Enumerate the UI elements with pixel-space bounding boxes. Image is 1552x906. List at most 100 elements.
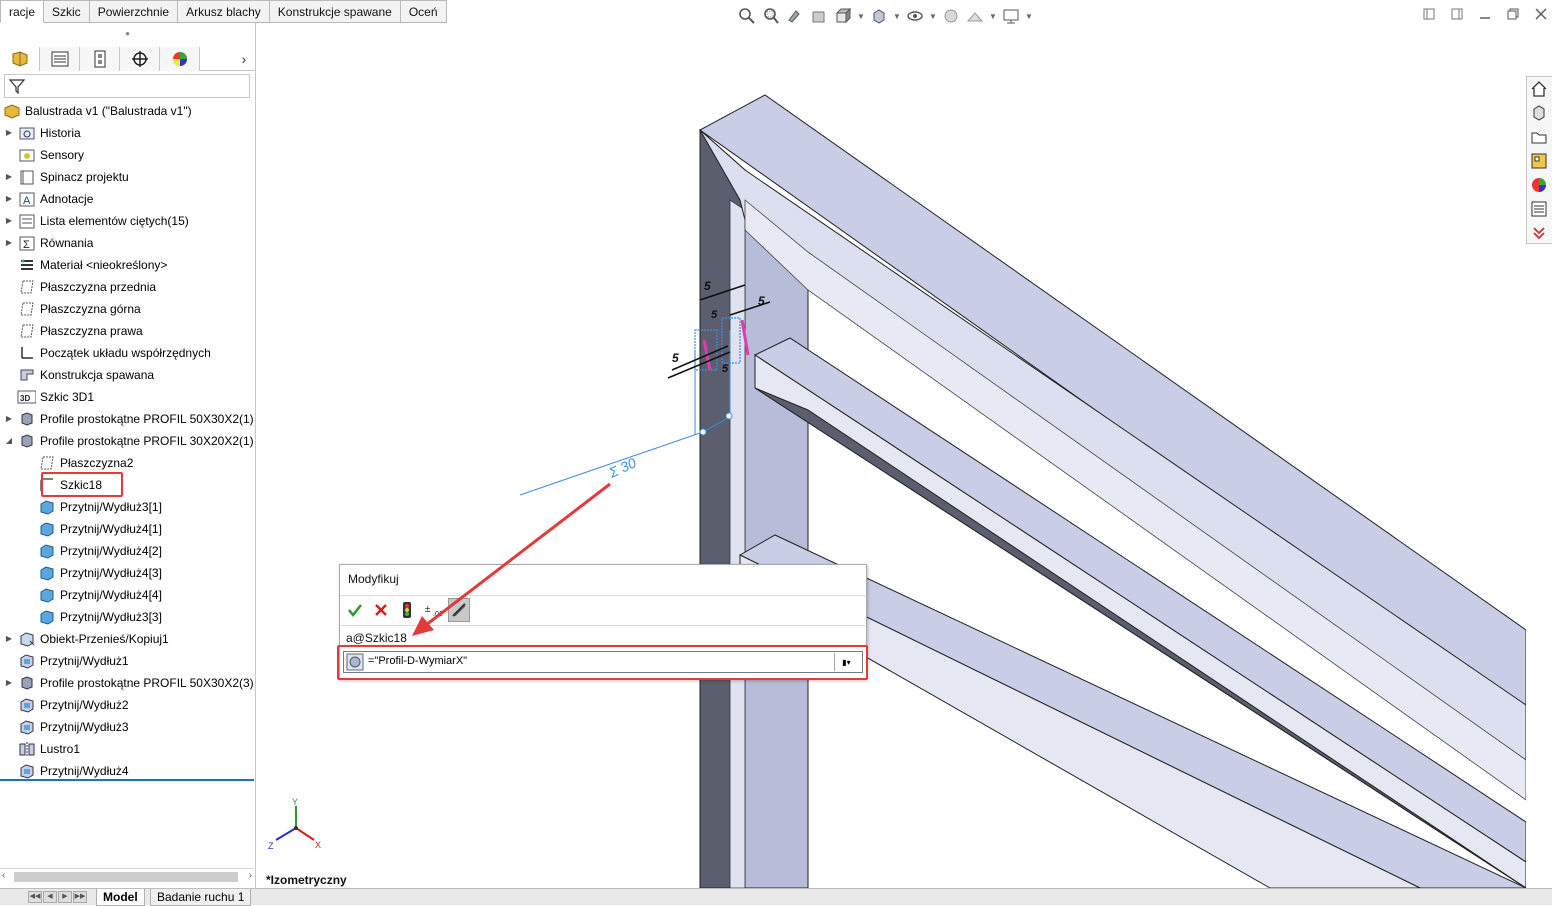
custom-properties-icon[interactable] [1527, 197, 1551, 221]
restore-pane-right-icon[interactable] [1446, 4, 1468, 24]
tree-item[interactable]: Przytnij/Wydłuż3[3] [24, 606, 162, 628]
tree-item[interactable]: Przytnij/Wydłuż4[2] [24, 540, 162, 562]
reference-triad[interactable]: Y X Z [268, 797, 321, 851]
command-tab[interactable]: Powierzchnie [89, 0, 179, 23]
tab-model[interactable]: Model [96, 889, 145, 906]
tree-item-label: Spinacz projektu [40, 170, 129, 184]
tree-horizontal-scrollbar[interactable]: ‹ › [0, 868, 254, 884]
displaymanager-tab[interactable] [160, 47, 200, 71]
tab-motion-study[interactable]: Badanie ruchu 1 [150, 889, 252, 906]
tree-item[interactable]: ▶ Obiekt-Przenieś/Kopiuj1 [4, 628, 169, 650]
last-tab-icon[interactable]: ▶▶ [73, 891, 87, 903]
graphics-area[interactable]: Σ 30 5 5 5 5 5 Y X Z [256, 23, 1526, 888]
command-tab[interactable]: racje [0, 0, 45, 23]
tree-item[interactable]: Początek układu współrzędnych [4, 342, 211, 364]
command-tab[interactable]: Konstrukcje spawane [269, 0, 401, 23]
tree-item[interactable]: ◢ Profile prostokątne PROFIL 30X20X2(1) [4, 430, 254, 452]
sketch-3d-icon: 3D [17, 388, 36, 406]
restore-pane-left-icon[interactable] [1418, 4, 1440, 24]
tree-item[interactable]: Przytnij/Wydłuż4[1] [24, 518, 162, 540]
tree-root-part[interactable]: Balustrada v1 ("Balustrada v1") [2, 100, 192, 122]
tree-item[interactable]: Sensory [4, 144, 84, 166]
prev-tab-icon[interactable]: ◀ [43, 891, 57, 903]
bottom-tabs-bar: ◀◀ ◀ ▶ ▶▶ Model Badanie ruchu 1 [0, 888, 1552, 906]
tree-item[interactable]: ▶ A Adnotacje [4, 188, 93, 210]
tolerance-icon[interactable]: ± .01 [422, 598, 444, 622]
mirror-icon [17, 740, 36, 758]
panel-grip-icon[interactable]: ● [0, 23, 255, 45]
view-palette-icon[interactable] [1527, 149, 1551, 173]
configurationmanager-tab[interactable] [80, 47, 120, 71]
value-field-highlight-box [337, 645, 868, 680]
first-tab-icon[interactable]: ◀◀ [28, 891, 42, 903]
expand-toggle-icon[interactable]: ▶ [4, 408, 14, 430]
tree-item[interactable]: Płaszczyzna górna [4, 298, 141, 320]
dimxpert-tab[interactable] [120, 47, 160, 71]
expand-toggle-icon[interactable]: ▶ [4, 188, 14, 210]
tree-item[interactable]: Przytnij/Wydłuż1 [4, 650, 129, 672]
tree-item-label: Sensory [40, 148, 85, 162]
equations-icon: Σ [17, 234, 36, 252]
mark-dimension-icon[interactable] [448, 598, 470, 622]
panel-tabs: › [0, 47, 256, 71]
minimize-icon[interactable] [1474, 4, 1496, 24]
ok-check-icon[interactable] [344, 598, 366, 622]
expand-toggle-icon[interactable]: ▶ [4, 122, 14, 144]
scroll-left-icon[interactable]: ‹ [2, 870, 5, 881]
tree-item[interactable]: ▶ Lista elementów ciętych(15) [4, 210, 189, 232]
tree-item[interactable]: Przytnij/Wydłuż4[4] [24, 584, 162, 606]
rebuild-icon[interactable] [396, 598, 418, 622]
featuremanager-icon [12, 51, 27, 67]
tree-item[interactable]: ▶ Σ Równania [4, 232, 93, 254]
svg-text:±: ± [425, 604, 431, 615]
more-tabs-chevron-icon[interactable]: › [232, 47, 256, 70]
3d-model-view[interactable]: Σ 30 5 5 5 5 5 Y X Z [256, 23, 1526, 888]
expand-toggle-icon[interactable]: ▶ [4, 672, 14, 694]
home-icon[interactable] [1527, 77, 1551, 101]
scroll-right-icon[interactable]: › [249, 870, 252, 881]
file-explorer-icon[interactable] [1527, 125, 1551, 149]
restore-icon[interactable] [1502, 4, 1524, 24]
tree-item-label: Materiał <nieokreślony> [40, 258, 168, 272]
tree-item[interactable]: ▶ Historia [4, 122, 81, 144]
command-tab[interactable]: Arkusz blachy [178, 0, 270, 23]
tree-item[interactable]: ▶ Spinacz projektu [4, 166, 129, 188]
tree-item[interactable]: Przytnij/Wydłuż4[3] [24, 562, 162, 584]
expand-toggle-icon[interactable]: ▶ [4, 232, 14, 254]
tree-item[interactable]: Przytnij/Wydłuż3 [4, 716, 129, 738]
expand-toggle-icon[interactable]: ▶ [4, 210, 14, 232]
next-tab-icon[interactable]: ▶ [58, 891, 72, 903]
tree-item[interactable]: Materiał <nieokreślony> [4, 254, 167, 276]
tree-item[interactable]: Płaszczyzna prawa [4, 320, 143, 342]
design-library-icon[interactable] [1527, 101, 1551, 125]
tree-item[interactable]: Lustro1 [4, 738, 80, 760]
tree-item[interactable]: Konstrukcja spawana [4, 364, 154, 386]
tab-nav-buttons: ◀◀ ◀ ▶ ▶▶ [28, 891, 87, 903]
command-tab[interactable]: Szkic [44, 0, 90, 23]
expand-icon[interactable] [1527, 221, 1551, 245]
featuremanager-tab[interactable] [0, 47, 40, 71]
tree-filter-input[interactable] [4, 74, 250, 98]
command-tab[interactable]: Oceń [400, 0, 447, 23]
tree-item[interactable]: Przytnij/Wydłuż3[1] [24, 496, 162, 518]
tree-item-label: Przytnij/Wydłuż4[3] [60, 566, 162, 580]
tree-item[interactable]: Płaszczyzna2 [24, 452, 133, 474]
tree-item[interactable]: Płaszczyzna przednia [4, 276, 156, 298]
scrollbar-thumb[interactable] [14, 872, 238, 882]
tree-item[interactable]: ▶ Profile prostokątne PROFIL 50X30X2(3) [4, 672, 254, 694]
cancel-x-icon[interactable] [370, 598, 392, 622]
expand-toggle-icon[interactable]: ◢ [4, 430, 14, 452]
tree-item[interactable]: 3D Szkic 3D1 [4, 386, 94, 408]
svg-text:3D: 3D [20, 394, 30, 403]
tree-item[interactable]: ▶ Profile prostokątne PROFIL 50X30X2(1) [4, 408, 254, 430]
expand-toggle-icon[interactable]: ▶ [4, 628, 14, 650]
expand-toggle-icon[interactable]: ▶ [4, 166, 14, 188]
origin-icon [17, 344, 36, 362]
dimension-text[interactable]: Σ 30 [606, 454, 639, 481]
tree-item-label: Przytnij/Wydłuż4[2] [60, 544, 162, 558]
propertymanager-tab[interactable] [40, 47, 80, 71]
tree-item[interactable]: Przytnij/Wydłuż2 [4, 694, 129, 716]
appearances-icon[interactable] [1527, 173, 1551, 197]
divider [340, 625, 866, 626]
close-icon[interactable] [1530, 4, 1552, 24]
